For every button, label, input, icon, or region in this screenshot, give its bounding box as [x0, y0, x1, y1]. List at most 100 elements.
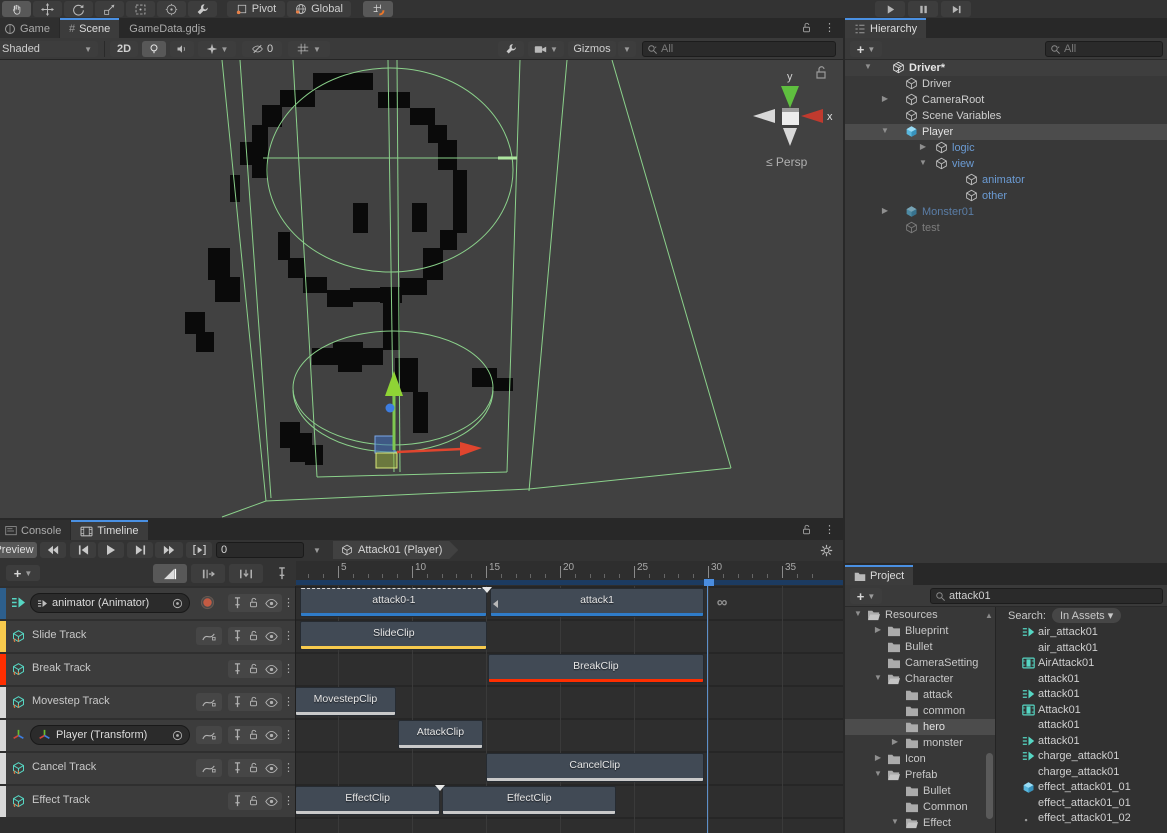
timeline-ruler[interactable]: 5101520253035 [296, 561, 843, 586]
ruler-duration-end-marker[interactable] [704, 579, 714, 586]
eye-icon[interactable] [263, 631, 279, 642]
hierarchy-item[interactable]: Scene Variables [845, 108, 1167, 124]
hierarchy-item[interactable]: ▶CameraRoot [845, 92, 1167, 108]
hierarchy-item[interactable]: ▼Driver* [845, 60, 1167, 76]
record-button-icon[interactable] [200, 595, 215, 610]
pin-icon[interactable] [231, 762, 243, 774]
track-header[interactable]: Slide Track⋮ [0, 621, 295, 652]
collapse-arrow-icon[interactable]: ▼ [873, 673, 883, 682]
panel-menu-icon[interactable]: ⋮ [824, 21, 835, 34]
timeline-clip[interactable]: CancelClip [486, 753, 704, 782]
collapse-arrow-icon[interactable]: ▼ [890, 817, 900, 826]
expand-arrow-icon[interactable]: ▶ [880, 94, 890, 103]
tab-console[interactable]: Console [0, 520, 70, 540]
hidden-objects-button[interactable]: 0 [242, 41, 282, 57]
gizmos-dropdown[interactable]: Gizmos [568, 41, 616, 57]
hierarchy-search[interactable] [1045, 41, 1163, 57]
project-folder-row[interactable]: ▼Resources [845, 607, 995, 623]
collapse-arrow-icon[interactable]: ▼ [863, 62, 873, 71]
frame-field[interactable] [216, 542, 304, 558]
orientation-gizmo[interactable]: y x ≤ Persp [753, 67, 833, 169]
play-range-button[interactable] [186, 542, 212, 558]
search-scope-pill[interactable]: In Assets ▾ [1052, 608, 1121, 623]
goto-start-button[interactable] [40, 542, 66, 558]
replace-mode-button[interactable] [229, 564, 263, 583]
track-header[interactable]: Cancel Track⋮ [0, 753, 295, 784]
track-header[interactable]: Effect Track⋮ [0, 786, 295, 817]
timeline-clip[interactable]: attack1 [490, 588, 703, 617]
axis-bottom-cone[interactable] [783, 128, 797, 146]
track-kebab-icon[interactable]: ⋮ [283, 728, 294, 741]
project-folder-row[interactable]: Common [845, 799, 995, 815]
track-kebab-icon[interactable]: ⋮ [283, 629, 294, 642]
timeline-clip[interactable]: EffectClip [442, 786, 616, 815]
pause-button[interactable] [908, 1, 938, 17]
next-frame-button[interactable] [127, 542, 153, 558]
eye-icon[interactable] [263, 664, 279, 675]
search-result-row[interactable]: attack01 [996, 687, 1167, 703]
track-lane[interactable] [296, 819, 843, 833]
collapse-arrow-icon[interactable]: ▼ [853, 609, 863, 618]
pin-icon[interactable] [231, 663, 243, 675]
timeline-clip[interactable]: attack0-1 [300, 588, 487, 617]
ripple-mode-button[interactable] [191, 564, 225, 583]
expand-arrow-icon[interactable]: ▶ [873, 753, 883, 762]
lock-icon[interactable] [246, 630, 260, 642]
lighting-toggle-button[interactable] [142, 41, 166, 57]
tab-project[interactable]: Project [845, 565, 913, 585]
track-header[interactable]: Player (Transform) ⋮ [0, 720, 295, 751]
gizmo-plane-xy[interactable] [375, 436, 395, 453]
edit-pin-button[interactable] [271, 564, 293, 583]
eye-icon[interactable] [263, 763, 279, 774]
project-folder-row[interactable]: CameraSetting [845, 655, 995, 671]
gizmo-z-handle[interactable] [386, 404, 395, 413]
collapse-arrow-icon[interactable]: ▼ [873, 769, 883, 778]
track-content-area[interactable]: attack0-1attack1SlideClipBreakClipMovest… [296, 586, 843, 833]
global-toggle-button[interactable]: Global [287, 1, 351, 17]
hierarchy-item[interactable]: ▶Monster01 [845, 204, 1167, 220]
track-object-field[interactable]: Player (Transform) [30, 725, 190, 745]
scene-search-input[interactable] [661, 43, 831, 55]
add-track-button[interactable]: +▼ [6, 565, 40, 581]
search-result-row[interactable]: attack01 [996, 718, 1167, 734]
project-folder-row[interactable]: ▶monster [845, 735, 995, 751]
object-picker-icon[interactable] [172, 730, 183, 741]
pin-icon[interactable] [231, 696, 243, 708]
scene-grid-dropdown[interactable]: ▼ [288, 41, 330, 57]
lock-icon[interactable] [246, 663, 260, 675]
track-kebab-icon[interactable]: ⋮ [283, 761, 294, 774]
hierarchy-search-input[interactable] [1064, 43, 1158, 55]
project-folder-row[interactable]: attack [845, 687, 995, 703]
scene-camera-dropdown[interactable]: ▼ [528, 41, 564, 57]
clip-marker-icon[interactable] [435, 785, 445, 791]
clip-marker-icon[interactable] [482, 587, 492, 593]
scale-tool-button[interactable] [95, 1, 124, 17]
track-header[interactable]: animator (Animator)⋮ [0, 588, 295, 619]
hierarchy-item[interactable]: test [845, 220, 1167, 236]
hierarchy-item[interactable]: ▼view [845, 156, 1167, 172]
custom-tool-button[interactable] [188, 1, 217, 17]
search-result-row[interactable]: attack01 [996, 672, 1167, 688]
expand-arrow-icon[interactable]: ▶ [890, 737, 900, 746]
hierarchy-item[interactable]: ▶logic [845, 140, 1167, 156]
hierarchy-create-button[interactable]: +▼ [850, 41, 882, 57]
tab-gamedata[interactable]: GameData.gdjs [120, 18, 214, 38]
timeline-lock-icon[interactable] [801, 524, 812, 536]
curves-toggle-button[interactable] [196, 627, 222, 645]
curves-toggle-button[interactable] [196, 693, 222, 711]
track-header[interactable]: Movestep Track⋮ [0, 687, 295, 718]
hierarchy-item[interactable]: Driver [845, 76, 1167, 92]
project-folder-row[interactable]: common [845, 703, 995, 719]
preview-toggle-button[interactable]: Preview [0, 542, 37, 558]
timeline-menu-icon[interactable]: ⋮ [824, 523, 835, 536]
search-result-row[interactable]: effect_attack01_01 [996, 796, 1167, 812]
project-folder-row[interactable]: ▶Blueprint [845, 623, 995, 639]
project-search[interactable] [930, 588, 1163, 604]
pin-icon[interactable] [231, 630, 243, 642]
eye-icon[interactable] [263, 598, 279, 609]
hierarchy-item[interactable]: ▼Player [845, 124, 1167, 140]
project-create-button[interactable]: +▼ [850, 588, 882, 604]
lock-icon[interactable] [246, 795, 260, 807]
lock-icon[interactable] [246, 762, 260, 774]
pin-icon[interactable] [231, 729, 243, 741]
